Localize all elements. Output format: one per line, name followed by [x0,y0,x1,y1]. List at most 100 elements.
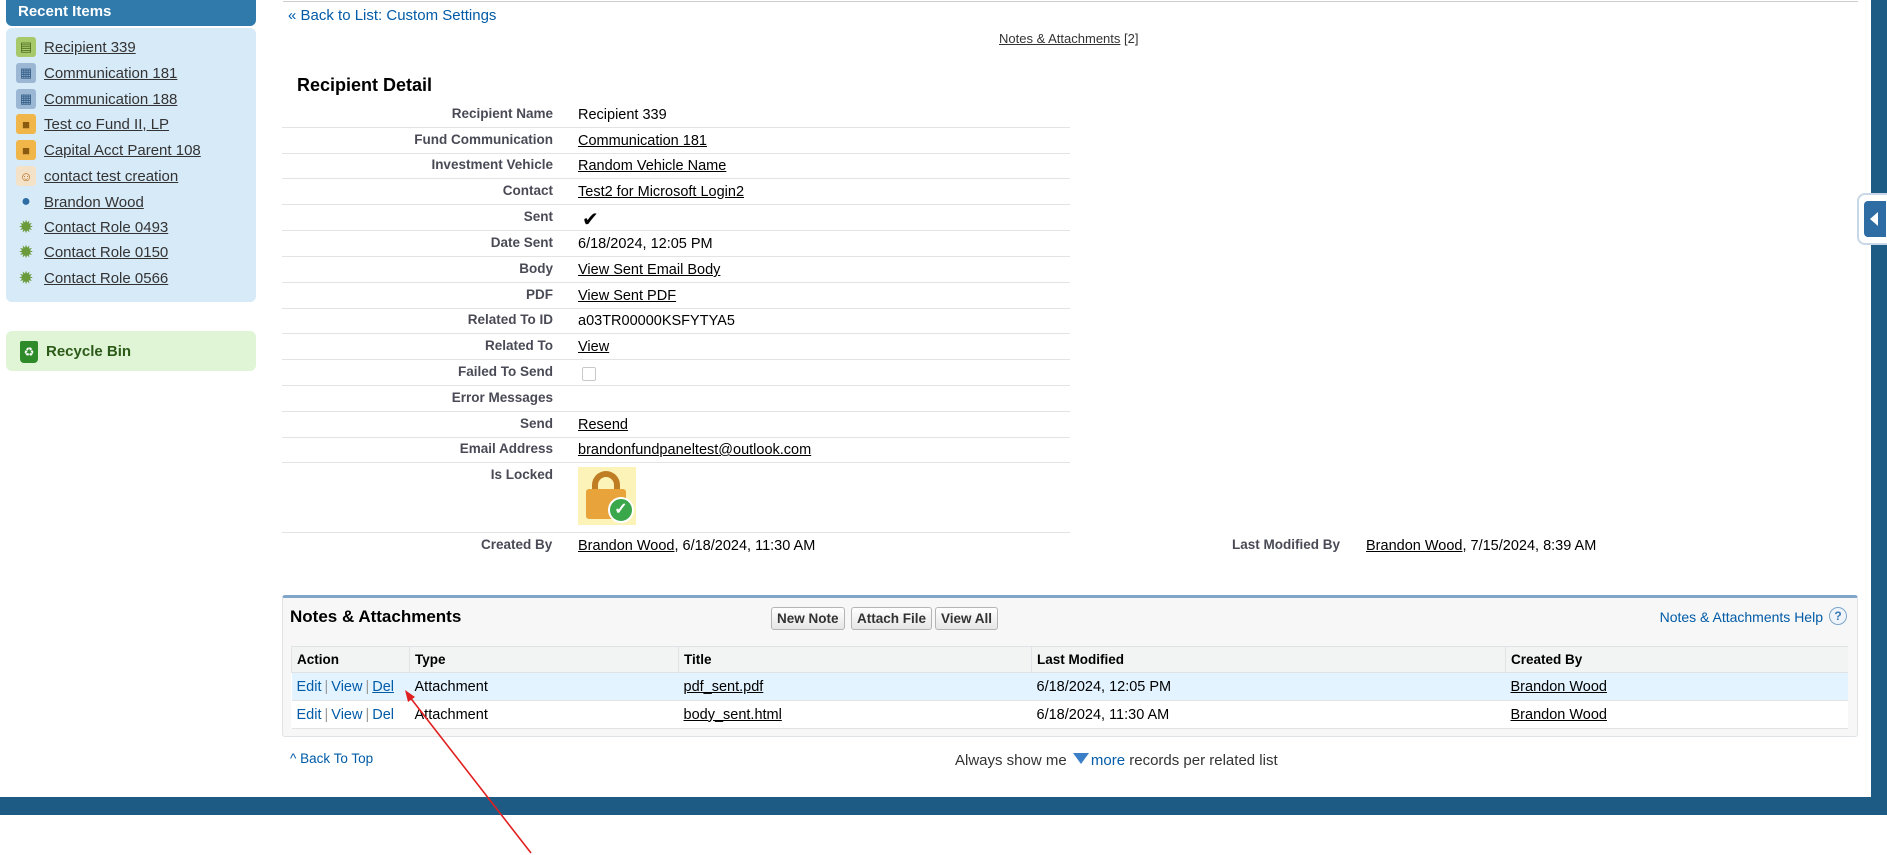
field-value: View [578,339,609,355]
sidebar-collapse-tab[interactable] [1857,193,1887,245]
recent-item-link[interactable]: Communication 188 [44,91,177,108]
recent-item-link[interactable]: Capital Acct Parent 108 [44,142,201,159]
field-value: Resend [578,417,628,433]
field-value: View Sent PDF [578,288,676,304]
recent-item[interactable]: ☺ contact test creation [16,165,178,187]
recent-item[interactable]: ▤ Recipient 339 [16,36,136,58]
fund-box-icon: ■ [16,140,36,160]
field-fund-communication: Fund Communication Communication 181 [282,128,1070,154]
triangle-down-icon[interactable] [1072,753,1089,764]
investment-vehicle-link[interactable]: Random Vehicle Name [578,158,726,174]
recent-item-link[interactable]: Contact Role 0566 [44,270,168,287]
field-label: Body [519,261,553,276]
back-to-top: ^ Back To Top [290,751,373,766]
help-icon[interactable]: ? [1829,607,1847,625]
edit-action-link[interactable]: Edit [297,679,322,695]
action-separator: | [324,706,329,723]
field-label: Contact [502,183,553,198]
field-value: brandonfundpaneltest@outlook.com [578,442,811,458]
recent-item-link[interactable]: Brandon Wood [44,194,144,211]
field-recipient-name: Recipient Name Recipient 339 [282,102,1070,128]
recycle-bin[interactable]: ♻ Recycle Bin [6,331,256,371]
delete-action-link[interactable]: Del [372,707,394,723]
checked-checkbox-icon: ✔ [582,209,599,231]
column-header: Last Modified [1031,646,1506,673]
back-to-list: « Back to List: Custom Settings [288,7,496,24]
related-to-view-link[interactable]: View [578,339,609,355]
new-note-button[interactable]: New Note [771,607,845,630]
attach-file-button[interactable]: Attach File [851,607,933,630]
created-by-link[interactable]: Brandon Wood [1511,679,1607,695]
recent-item-link[interactable]: Communication 181 [44,65,177,82]
delete-action-link[interactable]: Del [372,679,394,695]
field-label: Investment Vehicle [431,157,553,172]
recent-item[interactable]: ✹ Contact Role 0150 [16,241,168,263]
view-action-link[interactable]: View [331,707,362,723]
attachment-title-link[interactable]: body_sent.html [684,707,782,723]
show-more-link[interactable]: more [1091,752,1125,769]
notes-attachments-jump-link[interactable]: Notes & Attachments [999,31,1120,46]
recent-item-link[interactable]: contact test creation [44,168,178,185]
recent-item-link[interactable]: Contact Role 0150 [44,244,168,261]
field-label: Related To [484,338,553,353]
last-modified-by-value: Brandon Wood, 7/15/2024, 8:39 AM [1366,538,1596,554]
view-email-body-link[interactable]: View Sent Email Body [578,262,720,278]
created-by-value: Brandon Wood, 6/18/2024, 11:30 AM [578,538,815,554]
column-header: Type [409,646,679,673]
contact-icon: ☺ [16,166,36,186]
field-contact: Contact Test2 for Microsoft Login2 [282,179,1070,205]
created-by-link[interactable]: Brandon Wood [1511,707,1607,723]
action-separator: | [324,678,329,695]
field-error-messages: Error Messages [282,386,1070,412]
related-list-help-link[interactable]: Notes & Attachments Help [1660,609,1823,625]
notes-count: [2] [1124,31,1139,46]
detail-section-title: Recipient Detail [297,75,433,95]
recent-item[interactable]: ■ Test co Fund II, LP [16,113,169,135]
field-value: View Sent Email Body [578,262,720,278]
notes-attachments-jump: Notes & Attachments [2] [999,31,1139,46]
related-list-title: Notes & Attachments [290,607,462,626]
field-label: Recipient Name [451,106,553,121]
recycle-bin-icon: ♻ [20,341,38,363]
fund-communication-link[interactable]: Communication 181 [578,133,707,149]
gear-icon: ✹ [18,216,34,237]
recycle-bin-label: Recycle Bin [46,343,132,360]
last-modified-by-label: Last Modified By [1232,537,1341,552]
view-action-link[interactable]: View [331,679,362,695]
last-modified-by-user-link[interactable]: Brandon Wood [1366,538,1462,554]
recent-item-link[interactable]: Test co Fund II, LP [44,116,169,133]
recent-item-link[interactable]: Contact Role 0493 [44,219,168,236]
view-pdf-link[interactable]: View Sent PDF [578,288,676,304]
created-by-user-link[interactable]: Brandon Wood [578,538,674,554]
email-link[interactable]: brandonfundpaneltest@outlook.com [578,442,811,458]
recent-item-link[interactable]: Recipient 339 [44,39,136,56]
attachment-title-link[interactable]: pdf_sent.pdf [684,679,764,695]
field-label: Sent [523,209,553,224]
unchecked-checkbox-icon [582,367,596,381]
recent-items-title: Recent Items [18,3,112,20]
view-all-button[interactable]: View All [935,607,999,630]
recent-item[interactable]: ▦ Communication 188 [16,88,177,110]
recent-item[interactable]: ■ Capital Acct Parent 108 [16,139,201,161]
recent-item[interactable]: ✹ Contact Role 0566 [16,267,168,289]
field-investment-vehicle: Investment Vehicle Random Vehicle Name [282,153,1070,179]
recent-item[interactable]: ✹ Contact Role 0493 [16,216,168,238]
recent-item[interactable]: ● Brandon Wood [16,191,144,213]
row-actions: Edit | View | Del [291,700,410,729]
field-label: Date Sent [490,235,553,250]
title-cell: body_sent.html [678,700,1032,729]
fund-box-icon: ■ [16,114,36,134]
contact-link[interactable]: Test2 for Microsoft Login2 [578,184,744,200]
page: Recent Items ▤ Recipient 339 ▦ Communica… [0,0,1887,855]
edit-action-link[interactable]: Edit [297,707,322,723]
recent-item[interactable]: ▦ Communication 181 [16,62,177,84]
resend-link[interactable]: Resend [578,417,628,433]
custom-object-icon: ▤ [16,37,36,57]
field-date-sent: Date Sent 6/18/2024, 12:05 PM [282,231,1070,257]
type-cell: Attachment [409,700,679,729]
row-actions: Edit | View | Del [291,672,410,701]
field-sent: Sent ✔ [282,205,1070,231]
field-body: Body View Sent Email Body [282,257,1070,283]
back-to-list-link[interactable]: Back to List: Custom Settings [301,7,497,24]
back-to-top-link[interactable]: Back To Top [300,751,373,766]
